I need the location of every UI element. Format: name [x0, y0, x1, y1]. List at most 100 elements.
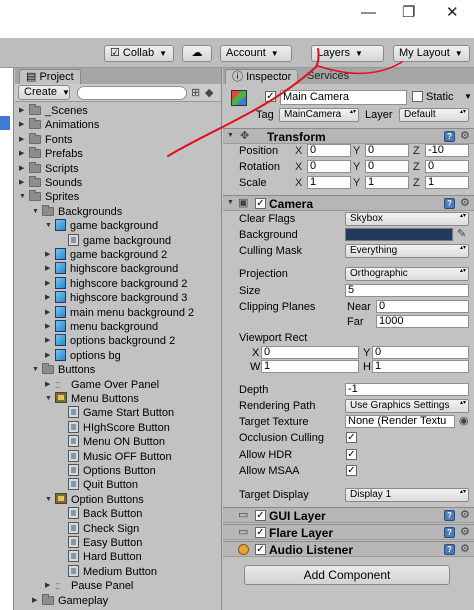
transform-x-field[interactable]: 0: [307, 144, 351, 157]
object-name-field[interactable]: Main Camera: [280, 90, 407, 105]
minimize-icon[interactable]: —: [361, 5, 376, 20]
tree-item[interactable]: Game Start Button: [58, 406, 174, 420]
tree-item[interactable]: ▶ ⁚⁚ Game Over Panel: [45, 378, 159, 392]
tree-item[interactable]: Music OFF Button: [58, 449, 172, 464]
help-icon[interactable]: ?: [444, 544, 455, 555]
tree-item[interactable]: ▶ highscore background: [45, 262, 178, 276]
tree-item[interactable]: ▼ game background: [45, 219, 158, 233]
transform-z-field[interactable]: -10: [425, 144, 469, 157]
near-field[interactable]: 0: [376, 300, 469, 313]
tree-item[interactable]: ▶ options background 2: [45, 334, 175, 348]
help-icon[interactable]: ?: [444, 510, 455, 521]
expanded-arrow-icon[interactable]: ▼: [45, 493, 55, 507]
tree-item[interactable]: Easy Button: [58, 536, 142, 550]
collapsed-arrow-icon[interactable]: ▶: [45, 320, 55, 334]
tree-item[interactable]: ▼ Option Buttons: [45, 492, 144, 507]
tree-item[interactable]: ▶ main menu background 2: [45, 305, 194, 320]
account-dropdown[interactable]: Account ▼: [220, 45, 292, 62]
transform-z-field[interactable]: 0: [425, 160, 469, 173]
collapsed-arrow-icon[interactable]: ▶: [45, 306, 55, 320]
collapsed-arrow-icon[interactable]: ▶: [45, 262, 55, 276]
tree-item[interactable]: ▶ Scripts: [19, 161, 79, 176]
help-icon[interactable]: ?: [444, 131, 455, 142]
tree-item[interactable]: Hard Button: [58, 550, 142, 564]
tree-item[interactable]: ▶ game background 2: [45, 248, 167, 262]
static-dropdown-icon[interactable]: ▼: [464, 90, 472, 104]
expanded-arrow-icon[interactable]: ▼: [32, 363, 42, 377]
background-color-swatch[interactable]: [345, 228, 453, 241]
allow-hdr-checkbox[interactable]: ✓: [346, 449, 357, 460]
gui-layer-header[interactable]: ▭ ✓ GUI Layer ? ⚙: [223, 507, 474, 523]
close-icon[interactable]: ✕: [446, 5, 459, 20]
object-picker-icon[interactable]: ◉: [459, 416, 469, 427]
axis-label-z[interactable]: Z: [413, 144, 420, 158]
project-search-input[interactable]: [77, 86, 187, 100]
gear-icon[interactable]: ⚙: [460, 544, 470, 555]
gear-icon[interactable]: ⚙: [460, 527, 470, 538]
tree-item[interactable]: game background: [58, 233, 171, 248]
viewport-y-field[interactable]: 0: [372, 346, 469, 359]
gear-icon[interactable]: ⚙: [460, 198, 470, 209]
camera-enabled-checkbox[interactable]: ✓: [255, 198, 266, 209]
expanded-arrow-icon[interactable]: ▼: [32, 205, 42, 219]
culling-mask-dropdown[interactable]: Everything: [345, 244, 469, 258]
target-display-dropdown[interactable]: Display 1: [345, 488, 469, 502]
layout-dropdown[interactable]: My Layout ▼: [393, 45, 470, 62]
collapsed-arrow-icon[interactable]: ▶: [45, 349, 55, 363]
collapsed-arrow-icon[interactable]: ▶: [19, 104, 29, 118]
tree-item[interactable]: ▶ options bg: [45, 348, 121, 363]
expanded-arrow-icon[interactable]: ▼: [45, 219, 55, 233]
axis-label-y[interactable]: Y: [353, 160, 360, 174]
tree-item[interactable]: ▶ _Scenes: [19, 104, 88, 118]
tree-item[interactable]: ▼ Menu Buttons: [45, 392, 139, 406]
collapsed-arrow-icon[interactable]: ▶: [45, 579, 55, 593]
tag-dropdown[interactable]: MainCamera: [279, 108, 359, 122]
layers-dropdown[interactable]: Layers ▼: [311, 45, 384, 62]
help-icon[interactable]: ?: [444, 527, 455, 538]
tree-item[interactable]: ▶ Prefabs: [19, 147, 83, 161]
tab-services[interactable]: Services: [307, 69, 349, 83]
tab-project[interactable]: ▤ Project: [19, 69, 81, 84]
tree-item[interactable]: ▶ highscore background 3: [45, 291, 187, 305]
transform-x-field[interactable]: 1: [307, 176, 351, 189]
cloud-button[interactable]: ☁: [182, 45, 212, 62]
transform-y-field[interactable]: 0: [365, 144, 409, 157]
tree-item[interactable]: Menu ON Button: [58, 435, 165, 449]
collapsed-arrow-icon[interactable]: ▶: [19, 118, 29, 132]
depth-field[interactable]: -1: [345, 383, 469, 396]
tree-item[interactable]: ▼ Buttons: [32, 363, 95, 377]
tree-item[interactable]: Back Button: [58, 507, 142, 521]
collapsed-arrow-icon[interactable]: ▶: [45, 277, 55, 291]
viewport-w-field[interactable]: 1: [261, 360, 359, 373]
viewport-x-field[interactable]: 0: [261, 346, 359, 359]
clear-flags-dropdown[interactable]: Skybox: [345, 212, 469, 226]
axis-label-x[interactable]: X: [295, 160, 302, 174]
expanded-arrow-icon[interactable]: ▼: [45, 392, 55, 406]
collab-button[interactable]: ☑ Collab ▼: [104, 45, 174, 62]
camera-header[interactable]: ▼ ▣ ✓ Camera ? ⚙: [223, 195, 474, 211]
label-icon[interactable]: ◆: [205, 88, 213, 99]
tree-item[interactable]: Check Sign: [58, 521, 139, 536]
create-dropdown[interactable]: Create ▼: [18, 85, 70, 100]
tree-item[interactable]: ▶ Animations: [19, 118, 99, 132]
tab-inspector[interactable]: ⓘ Inspector: [225, 69, 299, 84]
target-texture-field[interactable]: None (Render Textu: [345, 415, 455, 428]
collapsed-arrow-icon[interactable]: ▶: [19, 176, 29, 190]
collapsed-arrow-icon[interactable]: ▶: [19, 133, 29, 147]
gear-icon[interactable]: ⚙: [460, 510, 470, 521]
collapsed-arrow-icon[interactable]: ▶: [19, 147, 29, 161]
tree-item[interactable]: ▶ highscore background 2: [45, 276, 187, 291]
far-field[interactable]: 1000: [376, 315, 469, 328]
axis-label-x[interactable]: X: [295, 144, 302, 158]
gear-icon[interactable]: ⚙: [460, 131, 470, 142]
transform-y-field[interactable]: 1: [365, 176, 409, 189]
eyedropper-icon[interactable]: ✎: [457, 229, 466, 240]
collapsed-arrow-icon[interactable]: ▶: [45, 248, 55, 262]
collapsed-arrow-icon[interactable]: ▶: [45, 378, 55, 392]
rendering-path-dropdown[interactable]: Use Graphics Settings: [345, 399, 469, 413]
flare-layer-header[interactable]: ▭ ✓ Flare Layer ? ⚙: [223, 524, 474, 540]
flare-layer-enabled-checkbox[interactable]: ✓: [255, 527, 266, 538]
expanded-arrow-icon[interactable]: ▼: [19, 190, 29, 204]
axis-label-z[interactable]: Z: [413, 160, 420, 174]
audio-listener-header[interactable]: ✓ Audio Listener ? ⚙: [223, 541, 474, 557]
